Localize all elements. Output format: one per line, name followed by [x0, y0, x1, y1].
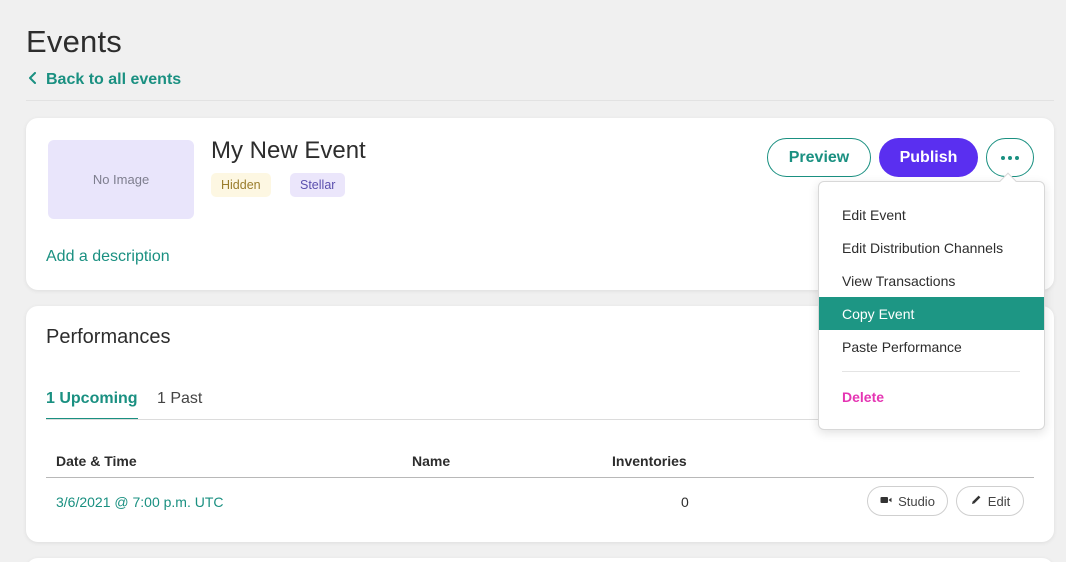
menu-item-delete[interactable]: Delete — [819, 380, 1044, 413]
tab-upcoming[interactable]: 1 Upcoming — [46, 390, 138, 420]
performances-title: Performances — [46, 326, 171, 348]
back-link-label: Back to all events — [46, 71, 182, 88]
add-description-link[interactable]: Add a description — [46, 248, 170, 266]
preview-button[interactable]: Preview — [767, 138, 871, 177]
chevron-left-icon — [28, 71, 38, 89]
studio-label: Studio — [898, 493, 935, 509]
menu-item-edit-event[interactable]: Edit Event — [819, 198, 1044, 231]
status-badge-hidden: Hidden — [211, 173, 271, 197]
column-header-date-time[interactable]: Date & Time — [56, 453, 137, 469]
edit-label: Edit — [987, 493, 1011, 509]
menu-item-view-transactions[interactable]: View Transactions — [819, 264, 1044, 297]
next-card — [26, 558, 1054, 562]
tab-past[interactable]: 1 Past — [157, 390, 202, 418]
pencil-icon — [970, 494, 982, 509]
video-camera-icon — [880, 494, 892, 509]
menu-item-edit-distribution-channels[interactable]: Edit Distribution Channels — [819, 231, 1044, 264]
menu-divider — [842, 371, 1020, 372]
menu-item-paste-performance[interactable]: Paste Performance — [819, 330, 1044, 363]
event-name: My New Event — [211, 137, 366, 164]
publish-button[interactable]: Publish — [879, 138, 978, 177]
performance-date-link[interactable]: 3/6/2021 @ 7:00 p.m. UTC — [56, 494, 224, 510]
no-image-label: No Image — [92, 172, 150, 187]
event-image-placeholder[interactable]: No Image — [48, 140, 194, 219]
studio-button[interactable]: Studio — [867, 486, 948, 516]
more-options-button[interactable] — [986, 138, 1034, 177]
back-to-events-link[interactable]: Back to all events — [28, 71, 181, 89]
status-badge-stellar: Stellar — [290, 173, 346, 197]
menu-item-copy-event[interactable]: Copy Event — [819, 297, 1044, 330]
column-header-inventories[interactable]: Inventories — [612, 453, 687, 469]
performance-inventories: 0 — [681, 494, 689, 510]
edit-performance-button[interactable]: Edit — [956, 486, 1024, 516]
column-header-name[interactable]: Name — [412, 453, 450, 469]
table-header-divider — [46, 477, 1034, 478]
page-title: Events — [26, 24, 122, 59]
header-divider — [26, 100, 1054, 101]
more-horizontal-icon — [1001, 155, 1019, 160]
event-options-menu: Edit Event Edit Distribution Channels Vi… — [818, 172, 1045, 430]
